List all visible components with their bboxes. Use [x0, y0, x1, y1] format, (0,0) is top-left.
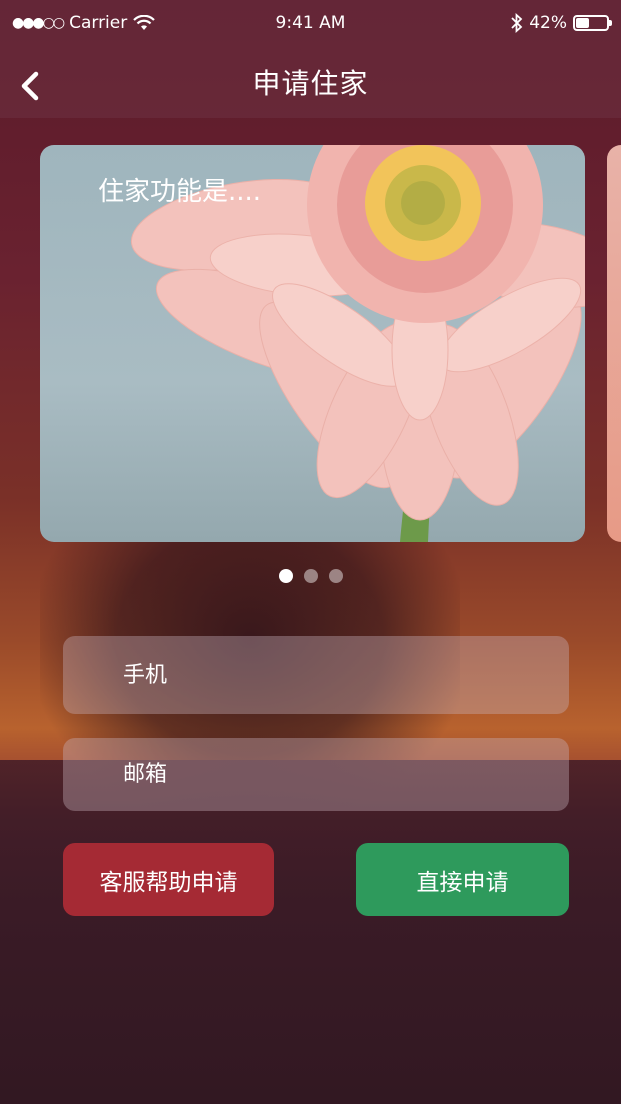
customer-service-apply-button[interactable]: 客服帮助申请 — [63, 843, 274, 916]
card-caption: 住家功能是.... — [98, 177, 262, 207]
back-chevron-icon[interactable] — [14, 68, 50, 104]
status-bar: ●●●○○ Carrier 9:41 AM 42% — [0, 0, 621, 46]
navigation-bar: 申请住家 — [0, 46, 621, 118]
background-sea — [0, 760, 621, 1104]
battery-icon — [573, 15, 612, 31]
phone-input[interactable] — [121, 661, 569, 689]
carrier-name: Carrier — [69, 13, 128, 33]
phone-field — [63, 636, 569, 714]
wifi-icon — [133, 15, 156, 30]
carousel-next-card[interactable] — [607, 145, 621, 542]
battery-percent: 42% — [529, 13, 567, 33]
page-dot[interactable] — [278, 569, 293, 583]
battery-level — [576, 18, 589, 28]
page-dot[interactable] — [303, 569, 318, 583]
page-indicator — [0, 569, 621, 583]
bluetooth-icon — [511, 13, 523, 33]
carousel-card[interactable]: 住家功能是.... — [40, 145, 585, 542]
email-field — [63, 738, 569, 811]
page-dot[interactable] — [328, 569, 343, 583]
signal-strength-icon: ●●●○○ — [12, 15, 65, 31]
direct-apply-button[interactable]: 直接申请 — [356, 843, 569, 916]
email-input[interactable] — [121, 761, 569, 788]
page-title: 申请住家 — [252, 67, 369, 100]
